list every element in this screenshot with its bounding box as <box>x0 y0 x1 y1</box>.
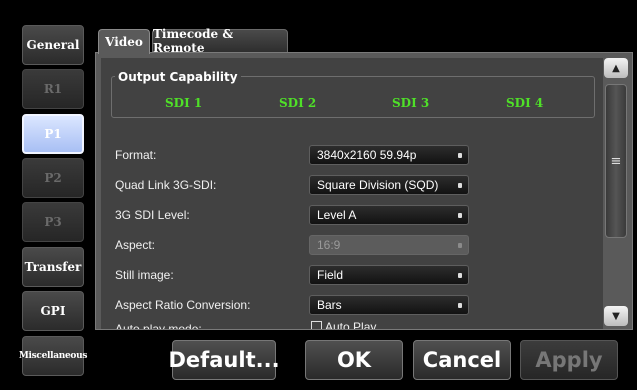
sidebar-item-label: Miscellaneous <box>18 351 88 361</box>
tab-video[interactable]: Video <box>98 29 150 54</box>
sidebar-item-gpi[interactable]: GPI <box>22 291 84 331</box>
quad-link-label: Quad Link 3G-SDI: <box>115 178 217 192</box>
sidebar-item-label: P1 <box>44 127 62 141</box>
output-capability-title: Output Capability <box>115 70 241 84</box>
format-value: 3840x2160 59.94p <box>317 148 417 162</box>
still-image-dropdown[interactable]: Field <box>309 265 469 285</box>
aspect-value: 16:9 <box>317 238 341 252</box>
dropdown-arrow-icon <box>458 303 462 308</box>
format-dropdown[interactable]: 3840x2160 59.94p <box>309 145 469 165</box>
ok-button[interactable]: OK <box>305 340 403 380</box>
tab-timecode-remote[interactable]: Timecode & Remote <box>152 27 288 55</box>
sdi-level-dropdown[interactable]: Level A <box>309 205 469 225</box>
still-image-label: Still image: <box>115 268 174 282</box>
sdi-3-label: SDI 3 <box>392 96 430 110</box>
quad-link-value: Square Division (SQD) <box>317 178 439 192</box>
auto-play-checkbox[interactable]: Auto Play <box>311 320 377 330</box>
sdi-2-label: SDI 2 <box>279 96 317 110</box>
sidebar-item-label: GPI <box>40 304 66 318</box>
tab-label: Video <box>105 35 143 49</box>
sidebar-item-p2[interactable]: P2 <box>22 158 84 198</box>
sidebar-item-label: P3 <box>44 215 62 229</box>
dropdown-arrow-icon <box>458 153 462 158</box>
format-label: Format: <box>115 148 157 162</box>
settings-panel: Output Capability SDI 1 SDI 2 SDI 3 SDI … <box>95 52 633 330</box>
aspect-ratio-conversion-dropdown[interactable]: Bars <box>309 295 469 315</box>
default-button[interactable]: Default... <box>168 340 280 380</box>
aspect-dropdown: 16:9 <box>309 235 469 255</box>
sidebar-item-general[interactable]: General <box>22 25 84 65</box>
sdi-level-label: 3G SDI Level: <box>115 208 190 222</box>
aspect-ratio-conversion-value: Bars <box>317 298 342 312</box>
settings-content: Output Capability SDI 1 SDI 2 SDI 3 SDI … <box>101 58 603 330</box>
sdi-level-value: Level A <box>317 208 357 222</box>
aspect-label: Aspect: <box>115 238 156 252</box>
scroll-up-button[interactable]: ▲ <box>604 58 628 78</box>
quad-link-dropdown[interactable]: Square Division (SQD) <box>309 175 469 195</box>
auto-play-checkbox-label: Auto Play <box>325 320 377 330</box>
checkbox-icon <box>311 321 322 329</box>
auto-play-mode-label: Auto play mode: <box>115 322 202 330</box>
scroll-thumb[interactable]: ≡ <box>605 84 627 238</box>
dropdown-arrow-icon <box>458 183 462 188</box>
scroll-down-button[interactable]: ▼ <box>604 306 628 326</box>
tab-label: Timecode & Remote <box>153 27 234 55</box>
grip-lines-icon: ≡ <box>610 153 622 169</box>
sidebar-item-p1[interactable]: P1 <box>22 114 84 154</box>
dropdown-arrow-icon <box>458 213 462 218</box>
sidebar-item-miscellaneous[interactable]: Miscellaneous <box>18 336 88 376</box>
sidebar-item-r1[interactable]: R1 <box>22 69 84 109</box>
triangle-up-icon: ▲ <box>612 62 620 74</box>
aspect-ratio-conversion-label: Aspect Ratio Conversion: <box>115 298 251 312</box>
scrollbar[interactable]: ▲ ≡ ▼ <box>604 58 628 326</box>
still-image-value: Field <box>317 268 344 282</box>
sidebar-item-label: Transfer <box>24 260 82 274</box>
apply-button[interactable]: Apply <box>520 340 618 380</box>
sidebar-item-transfer[interactable]: Transfer <box>22 247 84 287</box>
sdi-4-label: SDI 4 <box>506 96 544 110</box>
sidebar-item-label: P2 <box>44 171 62 185</box>
sidebar-item-label: General <box>26 38 80 52</box>
triangle-down-icon: ▼ <box>612 310 620 322</box>
dropdown-arrow-icon <box>458 243 462 248</box>
cancel-button[interactable]: Cancel <box>413 340 511 380</box>
sdi-1-label: SDI 1 <box>165 96 203 110</box>
dropdown-arrow-icon <box>458 273 462 278</box>
sidebar-item-p3[interactable]: P3 <box>22 202 84 242</box>
sidebar-item-label: R1 <box>43 82 63 96</box>
